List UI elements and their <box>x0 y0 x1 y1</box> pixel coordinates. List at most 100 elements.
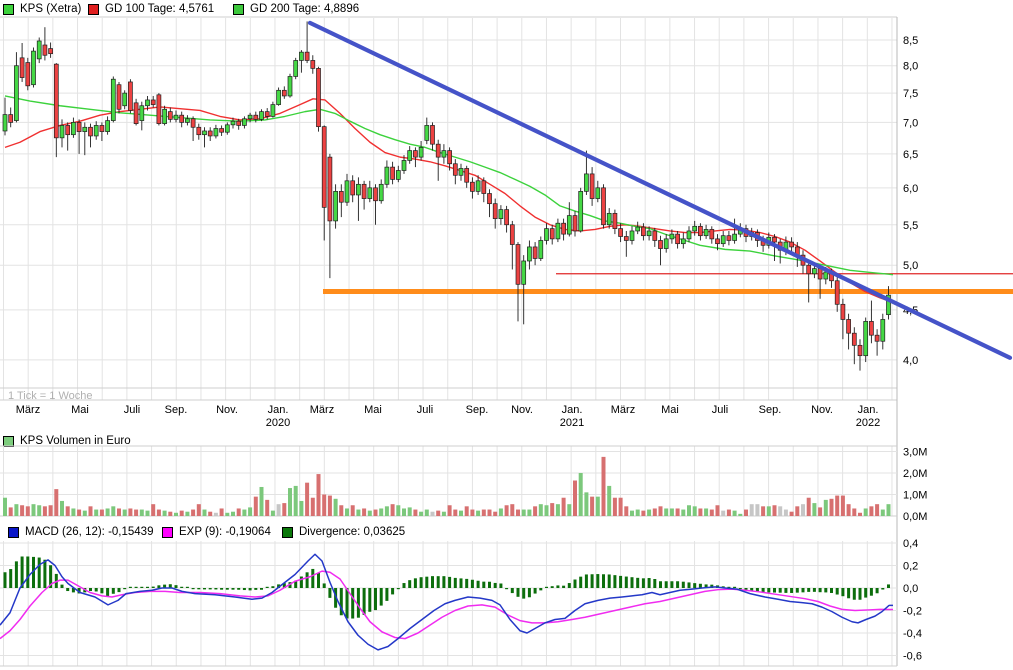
volume-bar <box>602 457 606 516</box>
candle-body <box>516 244 520 284</box>
candle-body <box>721 236 725 244</box>
candle-body <box>419 147 423 157</box>
candle-body <box>584 174 588 191</box>
volume-bar <box>32 504 36 516</box>
macd-histogram-bar <box>836 588 839 595</box>
candle-body <box>630 231 634 241</box>
candle-body <box>151 100 155 105</box>
macd-histogram-bar <box>420 577 423 588</box>
volume-bar <box>545 505 549 516</box>
volume-bar <box>784 510 788 516</box>
candle-body <box>351 181 355 195</box>
volume-bar <box>482 510 486 516</box>
candle-body <box>248 115 252 119</box>
volume-bar <box>157 510 161 516</box>
candle-body <box>237 121 241 125</box>
volume-bar <box>49 505 53 516</box>
volume-bar <box>465 506 469 516</box>
volume-bar <box>89 506 93 516</box>
candle-body <box>265 112 269 117</box>
volume-bar <box>670 508 674 516</box>
candle-body <box>157 95 161 124</box>
macd-histogram-bar <box>38 558 41 588</box>
candle-body <box>317 68 321 126</box>
volume-bar <box>721 511 725 516</box>
candle-body <box>522 261 526 284</box>
volume-bar <box>664 508 668 516</box>
candle-body <box>493 204 497 219</box>
stock-chart-page: { "accent_colors": { "candle_up": "#45d8… <box>0 0 1013 670</box>
volume-bar <box>818 507 822 516</box>
candle-body <box>322 127 326 208</box>
candle-body <box>453 164 457 176</box>
candle-body <box>476 181 480 192</box>
macd-histogram-bar <box>442 576 445 588</box>
month-label: Mai <box>71 404 89 416</box>
volume-bar <box>698 508 702 516</box>
volume-bar <box>630 511 634 516</box>
volume-bar <box>362 508 366 516</box>
candle-body <box>43 45 47 55</box>
month-label: März <box>611 404 635 416</box>
macd-histogram-bar <box>528 588 531 597</box>
macd-histogram-bar <box>15 561 18 588</box>
macd-histogram-bar <box>841 588 844 596</box>
candle-body <box>203 131 207 135</box>
macd-histogram-bar <box>824 588 827 592</box>
candle-body <box>624 236 628 240</box>
macd-histogram-bar <box>112 588 115 594</box>
volume-bar <box>431 512 435 516</box>
month-label: Nov. <box>216 404 238 416</box>
volume-bar <box>3 498 7 516</box>
macd-histogram-bar <box>539 588 542 590</box>
candle-body <box>60 125 64 137</box>
macd-axis-label: -0,6 <box>903 651 922 663</box>
month-label: Jan. <box>562 404 583 416</box>
candle-body <box>448 151 452 164</box>
macd-histogram-bar <box>688 582 691 588</box>
price-axis-label: 5,5 <box>903 220 918 232</box>
macd-histogram-bar <box>813 588 816 592</box>
volume-bar <box>864 508 868 516</box>
candle-body <box>847 319 851 333</box>
macd-histogram-bar <box>397 588 400 589</box>
macd-histogram-bar <box>796 588 799 593</box>
volume-bar <box>185 512 189 516</box>
volume-bar <box>852 508 856 516</box>
candle-body <box>693 226 697 231</box>
candle-body <box>106 121 110 132</box>
candle-body <box>294 60 298 76</box>
candle-body <box>602 188 606 225</box>
candle-body <box>852 333 856 345</box>
macd-histogram-bar <box>175 585 178 588</box>
volume-bar <box>214 513 218 516</box>
macd-histogram-bar <box>363 588 366 615</box>
macd-histogram-bar <box>180 587 183 588</box>
candle-body <box>254 115 258 119</box>
candle-body <box>402 160 406 170</box>
volume-bar <box>231 512 235 516</box>
macd-histogram-bar <box>306 572 309 588</box>
volume-bar <box>448 505 452 516</box>
macd-histogram-bar <box>89 588 92 591</box>
volume-bar <box>778 506 782 516</box>
macd-histogram-bar <box>568 583 571 588</box>
macd-histogram-bar <box>237 588 240 590</box>
candle-body <box>54 64 58 138</box>
candle-body <box>773 237 777 242</box>
macd-histogram-bar <box>454 578 457 588</box>
candle-body <box>208 131 212 136</box>
candle-body <box>328 157 332 221</box>
macd-histogram-bar <box>9 569 12 588</box>
candle-body <box>579 191 583 231</box>
candle-body <box>26 63 30 86</box>
candle-body <box>681 239 685 244</box>
gd100-line <box>5 99 893 303</box>
volume-bar <box>727 510 731 516</box>
macd-axis-label: 0,0 <box>903 583 918 595</box>
macd-histogram-bar <box>585 574 588 588</box>
candle-body <box>174 115 178 119</box>
price-axis-label: 6,0 <box>903 183 918 195</box>
macd-histogram-bar <box>522 588 525 599</box>
candle-body <box>818 269 822 279</box>
